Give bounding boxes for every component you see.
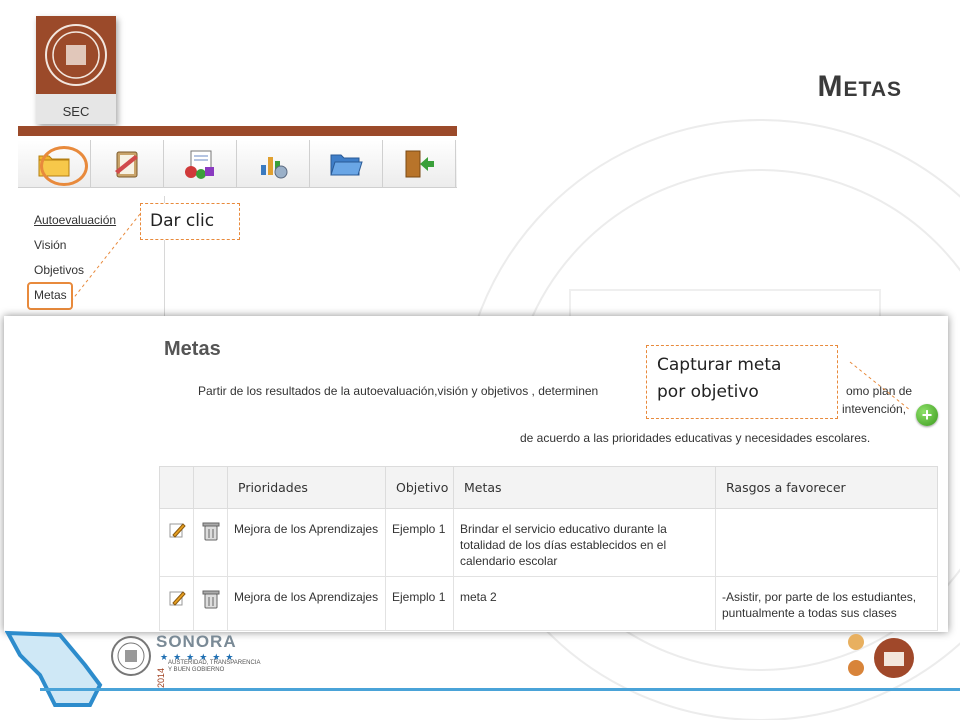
description-line-1-end: omo plan de (846, 384, 913, 398)
footer-building-logo (848, 634, 914, 678)
sec-label: SEC (62, 104, 90, 119)
table-header-row: Prioridades Objetivo Metas Rasgos a favo… (159, 466, 938, 509)
exit-door-icon (405, 150, 434, 178)
sec-logo: SEC (36, 16, 116, 124)
trash-icon[interactable] (202, 589, 220, 609)
edit-column-header (159, 466, 194, 509)
column-header-metas: Metas (453, 466, 716, 509)
delete-column-header (193, 466, 228, 509)
open-folder-icon (330, 154, 363, 176)
active-highlight-ring (40, 146, 88, 186)
cell-prioridad: Mejora de los Aprendizajes (227, 576, 386, 631)
footer-year: 2014 (156, 667, 166, 688)
description-line-1: Partir de los resultados de la autoevalu… (198, 384, 599, 398)
toolbar-exit-button[interactable] (383, 140, 456, 188)
table-row: Mejora de los Aprendizajes Ejemplo 1 met… (159, 576, 938, 631)
menu-item-autoevaluacion[interactable]: Autoevaluación (34, 210, 116, 235)
edit-pencil-icon[interactable] (168, 521, 186, 539)
cell-objetivo: Ejemplo 1 (385, 508, 454, 577)
footer-divider (40, 688, 960, 691)
panel-title: Metas (164, 338, 221, 360)
add-meta-button[interactable]: + (916, 404, 938, 426)
state-seal-icon (111, 636, 151, 676)
column-header-prioridades: Prioridades (227, 466, 386, 509)
cell-meta: meta 2 (453, 576, 716, 631)
toolbar-folder-button[interactable] (18, 140, 91, 188)
slogan-line-1: AUSTERIDAD, TRANSPARENCIA (168, 660, 261, 666)
sonora-brand: SONORA (156, 632, 237, 651)
toolbar-clipboard-button[interactable] (91, 140, 164, 188)
callout-capturar-line-2: por objetivo (657, 382, 759, 402)
delete-cell[interactable] (193, 576, 228, 631)
description-line-3: de acuerdo a las prioridades educativas … (520, 431, 871, 445)
toolbar-report-button[interactable] (164, 140, 237, 188)
table-row: Mejora de los Aprendizajes Ejemplo 1 Bri… (159, 508, 938, 577)
callout-capturar-meta: Capturar meta por objetivo (646, 345, 838, 419)
chart-icon (261, 157, 288, 179)
cell-objetivo: Ejemplo 1 (385, 576, 454, 631)
slogan-line-2: Y BUEN GOBIERNO (168, 667, 225, 673)
edit-cell[interactable] (159, 508, 194, 577)
menu-item-vision[interactable]: Visión (34, 235, 116, 260)
callout-dar-clic: Dar clic (140, 203, 240, 240)
callout-capturar-line-1: Capturar meta (657, 355, 782, 375)
metas-highlight-box (27, 282, 73, 310)
cell-rasgos (715, 508, 938, 577)
toolbar-chart-button[interactable] (237, 140, 310, 188)
edit-pencil-icon[interactable] (168, 589, 186, 607)
cell-prioridad: Mejora de los Aprendizajes (227, 508, 386, 577)
column-header-rasgos: Rasgos a favorecer (715, 466, 938, 509)
header-bar (18, 126, 457, 136)
plus-icon: + (921, 405, 933, 425)
edit-cell[interactable] (159, 576, 194, 631)
seal-icon (36, 16, 116, 94)
cell-meta: Brindar el servicio educativo durante la… (453, 508, 716, 577)
column-header-objetivo: Objetivo (385, 466, 454, 509)
report-icon (185, 150, 214, 179)
main-toolbar (18, 140, 457, 188)
clipboard-icon (115, 151, 138, 178)
toolbar-open-folder-button[interactable] (310, 140, 383, 188)
footer-slogan: AUSTERIDAD, TRANSPARENCIA Y BUEN GOBIERN… (168, 660, 260, 674)
slide-title: Metas (817, 70, 902, 103)
cell-rasgos: -Asistir, por parte de los estudiantes, … (715, 576, 938, 631)
trash-icon[interactable] (202, 521, 220, 541)
delete-cell[interactable] (193, 508, 228, 577)
metas-table: Prioridades Objetivo Metas Rasgos a favo… (159, 466, 938, 631)
description-line-2-end: intevención, (842, 402, 907, 416)
